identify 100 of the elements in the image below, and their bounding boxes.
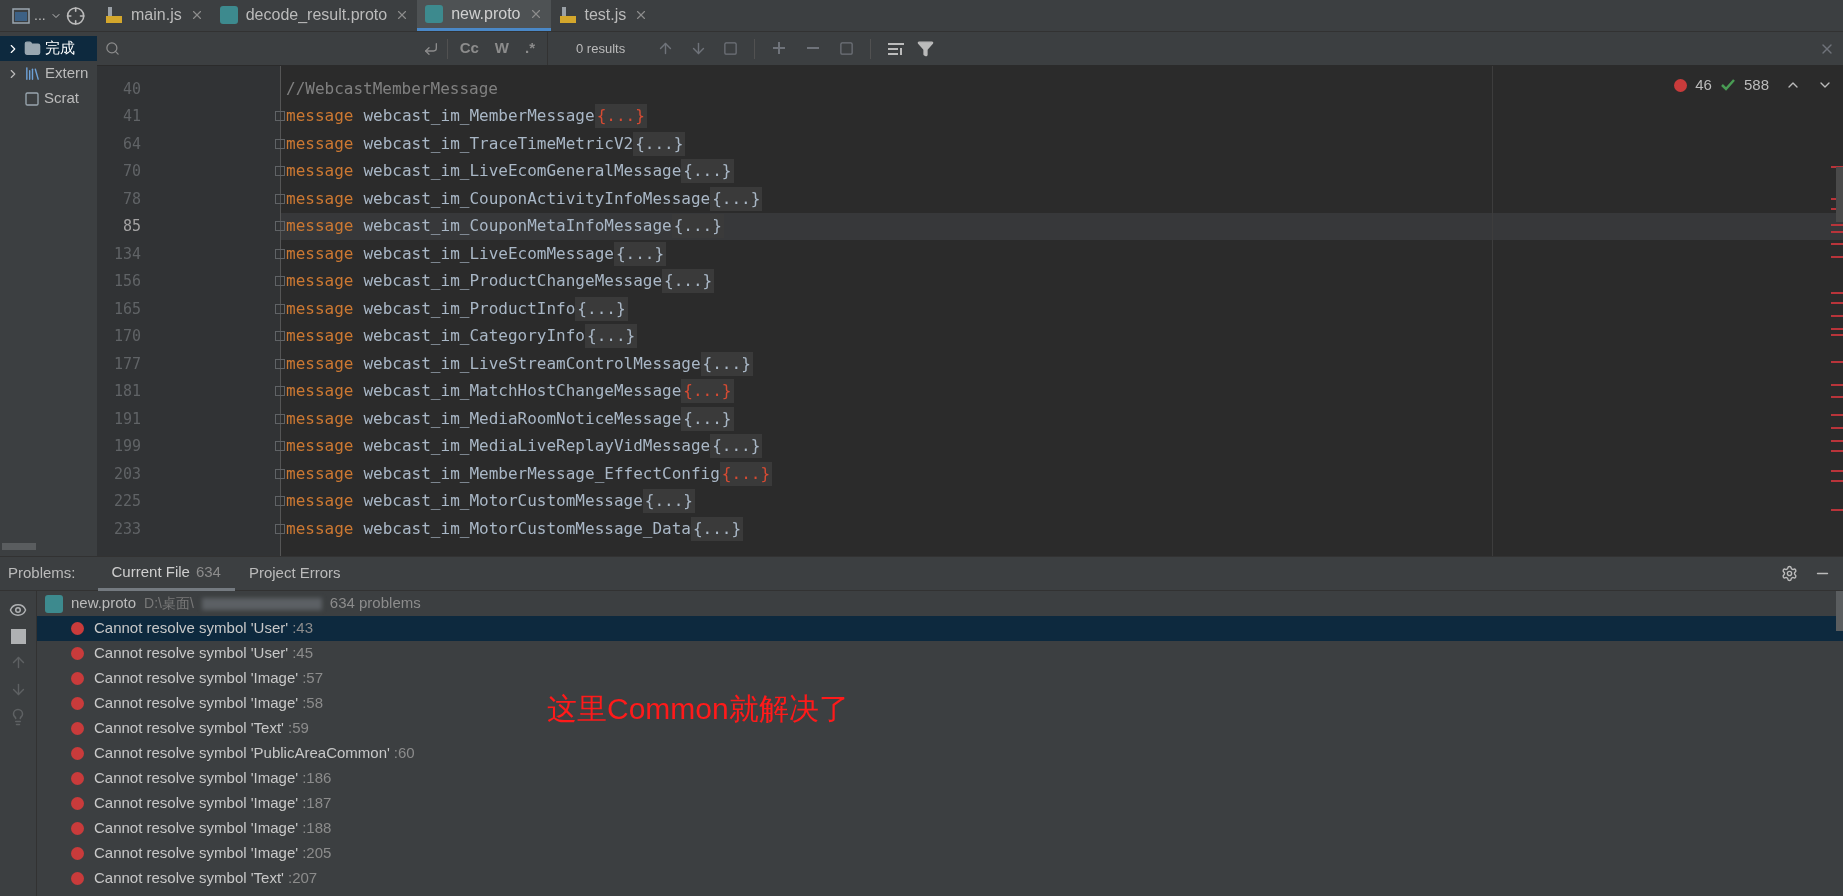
problems-tab[interactable]: Project Errors: [234, 556, 355, 591]
error-icon: [71, 872, 84, 885]
folded-block[interactable]: {...}: [613, 241, 667, 266]
problem-row[interactable]: Cannot resolve symbol 'User' :45: [37, 641, 321, 666]
fold-icon[interactable]: [275, 468, 285, 479]
proto-file-icon: [45, 594, 63, 613]
folded-block[interactable]: {...}: [710, 186, 763, 211]
problem-message: Cannot resolve symbol 'User' :45: [94, 643, 313, 664]
panel-title: Problems:: [8, 563, 76, 584]
search-option-button[interactable]: .*: [521, 37, 539, 60]
fold-icon[interactable]: [275, 331, 285, 342]
folded-block[interactable]: {...}: [700, 351, 753, 376]
fold-icon[interactable]: [275, 138, 285, 149]
scrollbar-thumb[interactable]: [2, 543, 36, 550]
fold-icon[interactable]: [275, 166, 285, 177]
fold-icon[interactable]: [275, 248, 285, 259]
project-tree-item[interactable]: Extern: [0, 61, 97, 86]
search-option-button[interactable]: W: [490, 37, 513, 60]
js-file-icon: [105, 6, 123, 24]
code-keyword: message: [286, 407, 354, 430]
editor-tab[interactable]: test.js: [550, 0, 657, 31]
code-keyword: message: [286, 352, 354, 375]
folded-block[interactable]: {...}: [633, 131, 686, 156]
folded-block[interactable]: {...}: [690, 516, 744, 541]
multiline-icon[interactable]: [887, 40, 906, 57]
search-field[interactable]: Cc W .*: [97, 32, 547, 65]
problem-message: Cannot resolve symbol 'PublicAreaCommon' :60: [94, 743, 415, 764]
fold-icon[interactable]: [275, 441, 285, 452]
folded-block[interactable]: {...}: [710, 434, 763, 459]
code-keyword: message: [286, 160, 354, 183]
fold-icon[interactable]: [275, 386, 285, 397]
folded-block[interactable]: {...}: [662, 269, 715, 294]
code-keyword: message: [286, 187, 354, 210]
scrollbar-thumb[interactable]: [1836, 167, 1843, 222]
problem-row[interactable]: Cannot resolve symbol 'Image' :187: [37, 791, 340, 816]
code-identifier: webcast_im_MatchHostChangeMessage: [363, 380, 682, 403]
folded-block[interactable]: {...}: [681, 406, 734, 431]
folded-block[interactable]: {...}: [681, 159, 734, 184]
code-identifier: webcast_im_CouponMetaInfoMessage: [363, 215, 672, 238]
search-option-button[interactable]: Cc: [455, 37, 483, 60]
fold-icon[interactable]: [275, 221, 285, 232]
problems-tab[interactable]: Current File 634: [97, 556, 235, 591]
problem-row[interactable]: Cannot resolve symbol 'User' :43: [37, 616, 1843, 641]
tool-window-button[interactable]: ...: [12, 5, 62, 26]
problem-message: Cannot resolve symbol 'Text' :207: [94, 868, 318, 889]
problem-row[interactable]: Cannot resolve symbol 'Image' :57: [37, 666, 331, 691]
problem-row[interactable]: Cannot resolve symbol 'Text' :59: [37, 716, 317, 741]
code-identifier: webcast_im_MediaLiveReplayVidMessage: [363, 435, 711, 458]
problem-message: Cannot resolve symbol 'Text' :59: [94, 718, 309, 739]
code-identifier: webcast_im_MotorCustomMessage_Data: [363, 517, 691, 540]
error-icon: [71, 772, 84, 785]
error-count[interactable]: 46: [1695, 74, 1712, 97]
filter-icon[interactable]: [917, 40, 935, 57]
folded-block[interactable]: {...}: [642, 489, 695, 514]
typo-count[interactable]: 588: [1743, 74, 1769, 97]
fold-icon[interactable]: [275, 496, 285, 507]
code-identifier: webcast_im_LiveEcomGeneralMessage: [363, 160, 682, 183]
fold-icon[interactable]: [275, 358, 285, 369]
problem-row[interactable]: Cannot resolve symbol 'PublicAreaCommon' :60: [37, 741, 423, 766]
error-icon: [71, 822, 84, 835]
select-all-icon[interactable]: [723, 41, 739, 56]
window-icon: [12, 7, 30, 24]
code-identifier: webcast_im_CouponActivityInfoMessage: [363, 187, 711, 210]
error-icon: [71, 797, 84, 810]
problem-row[interactable]: Cannot resolve symbol 'Image' :58: [37, 691, 331, 716]
code-identifier: webcast_im_ProductInfo: [363, 297, 576, 320]
js-file-icon: [558, 6, 577, 24]
problem-row[interactable]: Cannot resolve symbol 'Image' :188: [37, 816, 340, 841]
fold-icon[interactable]: [275, 193, 285, 204]
fold-icon[interactable]: [275, 413, 285, 424]
code-identifier: webcast_im_CategoryInfo: [363, 325, 585, 348]
crosshair-icon[interactable]: [65, 5, 85, 26]
scrollbar-thumb[interactable]: [1836, 591, 1843, 631]
library-icon: [24, 65, 41, 82]
code-identifier: webcast_im_TraceTimeMetricV2: [363, 132, 634, 155]
folded-block[interactable]: {...}: [585, 324, 638, 349]
editor-tab[interactable]: main.js: [97, 0, 212, 31]
preview-icon[interactable]: [10, 629, 26, 644]
fold-icon[interactable]: [275, 276, 285, 287]
problem-row[interactable]: Cannot resolve symbol 'Image' :186: [37, 766, 340, 791]
problem-message: Cannot resolve symbol 'Image' :205: [94, 843, 332, 864]
code-identifier: webcast_im_MemberMessage: [363, 105, 595, 128]
code-identifier: webcast_im_ProductChangeMessage: [363, 270, 663, 293]
fold-icon[interactable]: [275, 303, 285, 314]
problem-row[interactable]: Cannot resolve symbol 'Image' :205: [37, 841, 340, 866]
project-tree-item[interactable]: 完成: [0, 36, 97, 61]
code-keyword: message: [286, 435, 354, 458]
checkbox-icon[interactable]: [839, 41, 855, 56]
eye-icon[interactable]: [9, 601, 27, 619]
fold-icon[interactable]: [275, 111, 285, 122]
file-name[interactable]: new.proto: [71, 592, 137, 615]
code-keyword: message: [286, 297, 354, 320]
editor-tab[interactable]: new.proto: [417, 0, 551, 31]
settings-icon[interactable]: [1781, 565, 1798, 582]
editor-tab[interactable]: decode_result.proto: [211, 0, 418, 31]
fold-icon[interactable]: [275, 523, 285, 534]
project-tree-item[interactable]: Scrat: [0, 86, 97, 111]
newline-icon[interactable]: [422, 40, 439, 57]
folded-block[interactable]: {...}: [575, 296, 628, 321]
problem-row[interactable]: Cannot resolve symbol 'Text' :207: [37, 866, 326, 891]
